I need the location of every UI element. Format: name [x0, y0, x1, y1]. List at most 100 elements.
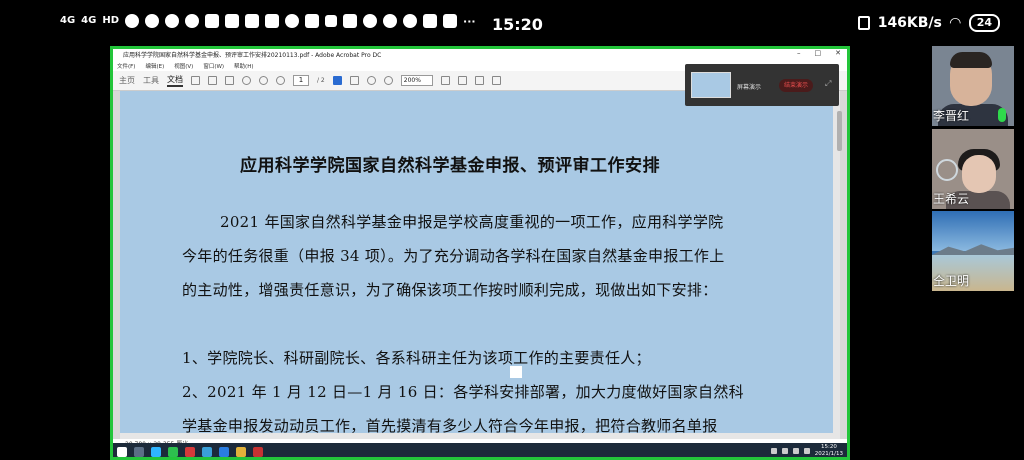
zoom-select[interactable]: 200% — [400, 75, 433, 86]
message-icon — [245, 14, 260, 28]
menu-window[interactable]: 窗口(W) — [203, 62, 224, 70]
participant-tile-2[interactable]: 王希云 — [932, 129, 1014, 209]
tray-icon[interactable] — [770, 448, 777, 454]
maximize-icon[interactable]: □ — [815, 49, 822, 57]
vibrate-icon — [857, 16, 870, 30]
tab-tools[interactable]: 工具 — [143, 75, 159, 86]
page-up-icon[interactable] — [259, 76, 268, 85]
battery-indicator: 24 — [968, 14, 1000, 32]
status-icons-left: 4G 4G HD ··· — [60, 14, 476, 28]
page-total: / 2 — [317, 77, 325, 84]
taskbar-date: 2021/1/13 — [814, 451, 843, 457]
rotate-icon[interactable] — [457, 76, 467, 85]
app-taskbar-icon[interactable] — [185, 446, 195, 457]
phone-status-bar: 4G 4G HD ··· 15:20 146KB/s ◠ 24 — [0, 0, 1024, 46]
tab-home[interactable]: 主页 — [119, 75, 135, 86]
menu-file[interactable]: 文件(F) — [117, 62, 135, 70]
zoom-in-icon[interactable] — [383, 76, 393, 85]
participant-face — [962, 155, 996, 193]
more-notifications-icon: ··· — [463, 14, 476, 28]
paragraph-line-1: 2021 年国家自然科学基金申报是学校高度重视的一项工作，应用科学学院 — [220, 213, 724, 231]
browser-taskbar-icon[interactable] — [202, 446, 212, 457]
signal-4g-label: 4G — [60, 15, 76, 26]
windows-taskbar: 15:20 2021/1/13 — [113, 443, 847, 457]
wechat-taskbar-icon[interactable] — [168, 446, 178, 457]
mail-icon — [205, 14, 220, 28]
save-icon[interactable] — [191, 76, 200, 85]
window-titlebar: 应用科学学院国家自然科学基金申报、预评审工作安排20210113.pdf - A… — [113, 49, 847, 61]
app-icon — [305, 14, 320, 28]
window-controls: – □ ✕ — [797, 49, 841, 57]
hd-label: HD — [102, 15, 120, 26]
vertical-scrollbar[interactable] — [837, 111, 842, 151]
wechat-icon — [145, 14, 160, 28]
print-icon[interactable] — [208, 76, 217, 85]
image-icon — [343, 14, 358, 28]
tools-icon — [383, 14, 398, 28]
document-area: 应用科学学院国家自然科学基金申报、预评审工作安排 2021 年国家自然科学基金申… — [113, 91, 847, 439]
participant-name: 仝卫明 — [933, 274, 970, 288]
mic-active-icon — [998, 108, 1006, 122]
menu-view[interactable]: 视图(V) — [174, 62, 193, 70]
volume-icon[interactable] — [803, 448, 810, 454]
menu-help[interactable]: 帮助(H) — [234, 62, 253, 70]
menu-edit[interactable]: 编辑(E) — [145, 62, 164, 70]
fullscreen-icon[interactable] — [474, 76, 484, 85]
expand-icon[interactable]: ⤢ — [825, 79, 834, 88]
tab-document[interactable]: 文档 — [167, 74, 183, 87]
video-meeting-screen: 4G 4G HD ··· 15:20 146KB/s ◠ 24 应用科学学院国家… — [0, 0, 1024, 460]
stamp-icon[interactable] — [491, 76, 501, 85]
background-fan — [936, 159, 958, 181]
zoom-out-icon[interactable] — [366, 76, 376, 85]
screen-share-panel: 屏幕演示 结束演示 ⤢ — [685, 64, 839, 106]
status-clock: 15:20 — [492, 15, 543, 34]
mouse-cursor — [510, 366, 522, 378]
signal-4g-label-2: 4G — [81, 15, 97, 26]
shield-icon — [325, 15, 338, 27]
list-item-2-cont: 学基金申报发动动员工作，首先摸清有多少人符合今年申报，把符合教师名单报 — [182, 417, 718, 435]
participant-hair — [950, 52, 992, 68]
close-icon[interactable]: ✕ — [835, 49, 841, 57]
search-icon[interactable] — [242, 76, 251, 85]
app-icon-2 — [423, 14, 438, 28]
notification-app-icon — [125, 14, 140, 28]
qq-icon-2 — [185, 14, 200, 28]
document-title: 应用科学学院国家自然科学基金申报、预评审工作安排 — [240, 156, 660, 176]
select-cursor-icon[interactable] — [332, 76, 342, 85]
acrobat-taskbar-icon[interactable] — [253, 446, 263, 457]
page-down-icon[interactable] — [276, 76, 285, 85]
stop-share-button[interactable]: 结束演示 — [779, 79, 813, 92]
participant-name: 李晋红 — [933, 109, 970, 123]
task-view-icon[interactable] — [134, 446, 144, 457]
fit-page-icon[interactable] — [440, 76, 450, 85]
participant-tile-1[interactable]: 李晋红 — [932, 46, 1014, 126]
taskbar-time: 15:20 — [820, 444, 837, 450]
page-number-input[interactable]: 1 — [293, 75, 309, 86]
left-panel-strip[interactable] — [113, 91, 120, 439]
mail-icon-2 — [225, 14, 240, 28]
folder-taskbar-icon[interactable] — [236, 446, 246, 457]
search-taskbar-icon[interactable] — [151, 446, 161, 457]
pdf-page: 应用科学学院国家自然科学基金申报、预评审工作安排 2021 年国家自然科学基金申… — [120, 91, 833, 435]
hand-tool-icon[interactable] — [349, 76, 359, 85]
system-tray: 15:20 2021/1/13 — [770, 444, 843, 457]
location-icon — [363, 14, 378, 28]
paragraph-line-3: 的主动性，增强责任意识，为了确保该项工作按时顺利完成，现做出如下安排： — [182, 281, 718, 299]
edge-taskbar-icon[interactable] — [219, 446, 229, 457]
status-icons-right: 146KB/s ◠ 24 — [857, 14, 1000, 32]
windows-start-icon[interactable] — [117, 446, 127, 457]
list-item-2: 2、2021 年 1 月 12 日—1 月 16 日：各学科安排部署，加大力度做… — [182, 383, 744, 401]
minimize-icon[interactable]: – — [797, 49, 801, 57]
tray-icon-3[interactable] — [792, 448, 799, 454]
tray-icon-2[interactable] — [781, 448, 788, 454]
taskbar-clock[interactable]: 15:20 2021/1/13 — [814, 444, 843, 457]
cloud-icon — [285, 14, 300, 28]
list-item-1: 1、学院院长、科研副院长、各系科研主任为该项工作的主要责任人； — [182, 349, 651, 367]
browser-icon — [443, 14, 458, 28]
email-icon[interactable] — [225, 76, 234, 85]
participant-tile-3[interactable]: 仝卫明 — [932, 211, 1014, 291]
share-thumbnail[interactable] — [691, 72, 731, 98]
qq-icon — [165, 14, 180, 28]
window-title: 应用科学学院国家自然科学基金申报、预评审工作安排20210113.pdf - A… — [123, 52, 382, 59]
network-speed: 146KB/s — [877, 15, 942, 31]
